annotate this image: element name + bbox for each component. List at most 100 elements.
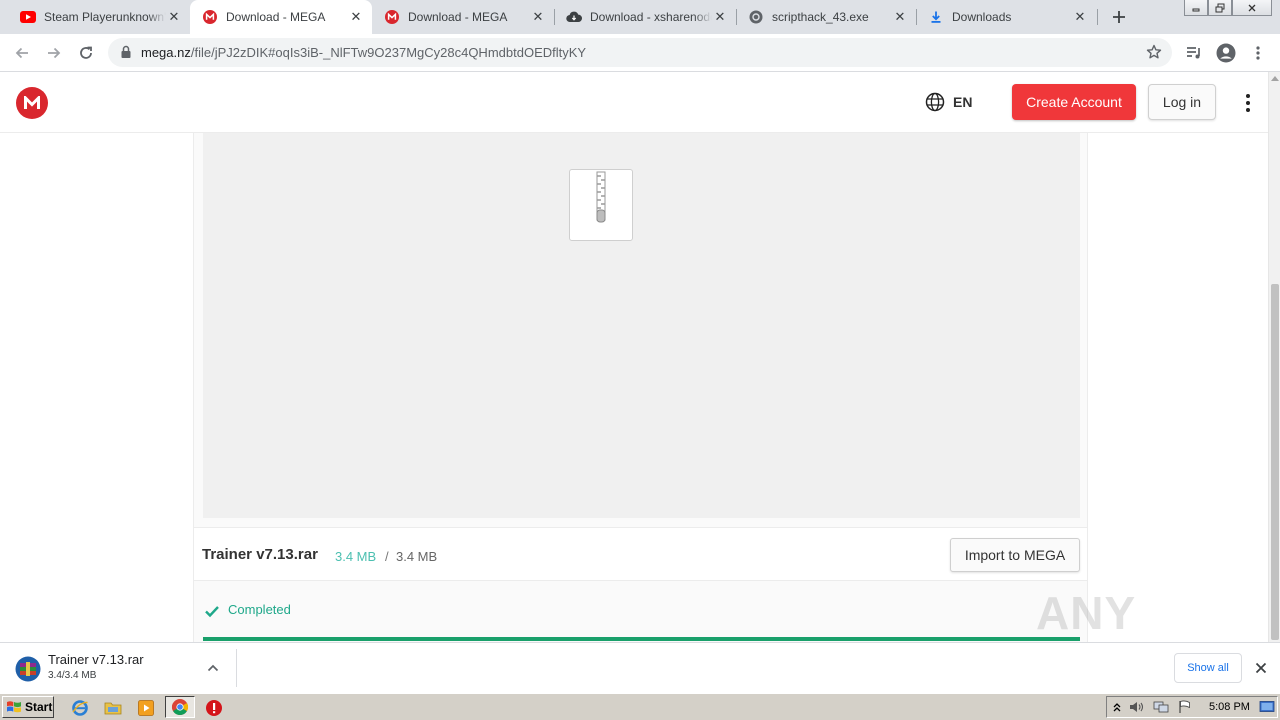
profile-button[interactable] xyxy=(1214,41,1238,65)
globe-icon xyxy=(748,9,764,25)
address-bar[interactable]: mega.nz/file/jPJ2zDIK#oqIs3iB-_NlFTw9O23… xyxy=(108,38,1172,67)
restore-icon xyxy=(1215,3,1225,12)
close-icon xyxy=(1248,4,1256,11)
start-label: Start xyxy=(25,700,53,714)
minimize-icon xyxy=(1192,8,1200,11)
more-vert-icon xyxy=(1256,46,1260,60)
download-progress-bar xyxy=(203,637,1080,641)
create-account-button[interactable]: Create Account xyxy=(1012,84,1136,120)
download-shelf: Trainer v7.13.rar 3.4/3.4 MB Show all xyxy=(0,642,1280,693)
login-button[interactable]: Log in xyxy=(1148,84,1216,120)
tab-title: Download - xsharenode xyxy=(590,10,712,24)
url-text: mega.nz/file/jPJ2zDIK#oqIs3iB-_NlFTw9O23… xyxy=(141,45,586,60)
globe-icon xyxy=(925,92,945,112)
windows-taskbar: Start 5:08 PM xyxy=(0,693,1280,720)
plus-icon xyxy=(1113,11,1125,23)
restore-button[interactable] xyxy=(1208,0,1232,16)
window-close-button[interactable] xyxy=(1232,0,1272,16)
archive-file-icon xyxy=(569,169,633,241)
chevron-up-icon xyxy=(207,664,219,672)
ie-icon[interactable] xyxy=(70,698,90,718)
tab-mega[interactable]: Download - MEGA ✕ xyxy=(372,0,554,34)
tab-downloads[interactable]: Downloads ✕ xyxy=(916,0,1096,34)
youtube-icon xyxy=(20,9,36,25)
mega-menu-button[interactable] xyxy=(1240,94,1256,112)
minimize-button[interactable] xyxy=(1184,0,1208,16)
tab-title: Steam Playerunknown's B xyxy=(44,10,166,24)
url-path: /file/jPJ2zDIK#oqIs3iB-_NlFTw9O237MgCy28… xyxy=(190,45,587,60)
back-button[interactable] xyxy=(10,41,34,65)
show-all-button[interactable]: Show all xyxy=(1174,653,1242,683)
start-button[interactable]: Start xyxy=(2,696,54,718)
taskbar-clock: 5:08 PM xyxy=(1209,701,1250,713)
arrow-left-icon xyxy=(15,47,28,59)
forward-button[interactable] xyxy=(42,41,66,65)
mega-icon xyxy=(202,9,218,25)
mega-header: EN Create Account Log in xyxy=(0,72,1268,133)
language-label: EN xyxy=(953,94,973,110)
download-icon xyxy=(928,9,944,25)
tab-steam[interactable]: Steam Playerunknown's B ✕ xyxy=(8,0,190,34)
check-icon xyxy=(205,606,219,618)
page-content: Trainer v7.13.rar 3.4 MB / 3.4 MB Import… xyxy=(0,133,1268,642)
download-item-name[interactable]: Trainer v7.13.rar xyxy=(48,652,144,667)
stop-sign-icon[interactable] xyxy=(204,698,224,718)
mega-icon xyxy=(384,9,400,25)
tray-expand-icon[interactable] xyxy=(1112,700,1122,719)
close-icon[interactable]: ✕ xyxy=(712,9,728,25)
arrow-right-icon xyxy=(48,47,61,59)
reload-icon xyxy=(80,46,92,59)
browser-toolbar: mega.nz/file/jPJ2zDIK#oqIs3iB-_NlFTw9O23… xyxy=(0,34,1280,72)
tab-title: Download - MEGA xyxy=(408,10,508,24)
close-icon[interactable]: ✕ xyxy=(348,9,364,25)
shelf-separator xyxy=(236,649,237,687)
scroll-up-arrow-icon[interactable] xyxy=(1271,76,1279,81)
show-desktop-icon[interactable] xyxy=(1259,700,1275,719)
folder-icon[interactable] xyxy=(103,698,123,718)
close-icon[interactable]: ✕ xyxy=(892,9,908,25)
page-scrollbar[interactable] xyxy=(1268,72,1280,642)
tab-title: scripthack_43.exe xyxy=(772,10,869,24)
close-shelf-button[interactable] xyxy=(1252,659,1270,677)
mega-logo[interactable] xyxy=(16,87,48,119)
new-tab-button[interactable] xyxy=(1108,6,1130,28)
close-icon[interactable]: ✕ xyxy=(1072,9,1088,25)
tab-title: Download - MEGA xyxy=(226,10,326,24)
chrome-taskbar-button[interactable] xyxy=(165,696,195,718)
reload-button[interactable] xyxy=(74,41,98,65)
total-size: 3.4 MB xyxy=(396,549,438,564)
network-icon[interactable] xyxy=(1153,700,1169,719)
account-icon xyxy=(1216,43,1236,63)
tab-mega-active[interactable]: Download - MEGA ✕ xyxy=(190,0,372,34)
download-status: Completed xyxy=(228,602,291,617)
media-controls-button[interactable] xyxy=(1182,41,1206,65)
close-icon[interactable]: ✕ xyxy=(166,9,182,25)
browser-menu-button[interactable] xyxy=(1246,41,1270,65)
close-icon[interactable]: ✕ xyxy=(530,9,546,25)
downloaded-size: 3.4 MB xyxy=(335,549,377,564)
download-progress-fill xyxy=(203,637,1080,641)
download-options-button[interactable] xyxy=(204,659,222,677)
file-info-row: Trainer v7.13.rar 3.4 MB / 3.4 MB Import… xyxy=(194,527,1087,581)
windows-logo-icon xyxy=(7,701,21,713)
tab-separator xyxy=(1097,9,1098,25)
cloud-download-icon xyxy=(566,9,582,25)
star-icon[interactable] xyxy=(1146,44,1162,65)
tab-strip: Steam Playerunknown's B ✕ Download - MEG… xyxy=(0,0,1280,34)
winrar-archive-icon[interactable] xyxy=(15,656,41,682)
language-selector[interactable]: EN xyxy=(925,92,972,112)
flag-icon[interactable] xyxy=(1177,700,1193,719)
chrome-icon xyxy=(171,699,189,715)
scrollbar-thumb[interactable] xyxy=(1271,284,1279,640)
tab-xsharenode[interactable]: Download - xsharenode ✕ xyxy=(554,0,736,34)
import-to-mega-button[interactable]: Import to MEGA xyxy=(950,538,1080,572)
url-host: mega.nz xyxy=(141,45,191,60)
tab-scripthack[interactable]: scripthack_43.exe ✕ xyxy=(736,0,916,34)
volume-icon[interactable] xyxy=(1129,700,1145,719)
media-player-icon[interactable] xyxy=(136,698,156,718)
close-icon xyxy=(1255,662,1267,674)
file-panel: Trainer v7.13.rar 3.4 MB / 3.4 MB Import… xyxy=(193,133,1088,642)
lock-icon[interactable] xyxy=(120,45,132,64)
mega-logo-icon xyxy=(24,96,40,109)
file-preview-area xyxy=(203,133,1080,518)
